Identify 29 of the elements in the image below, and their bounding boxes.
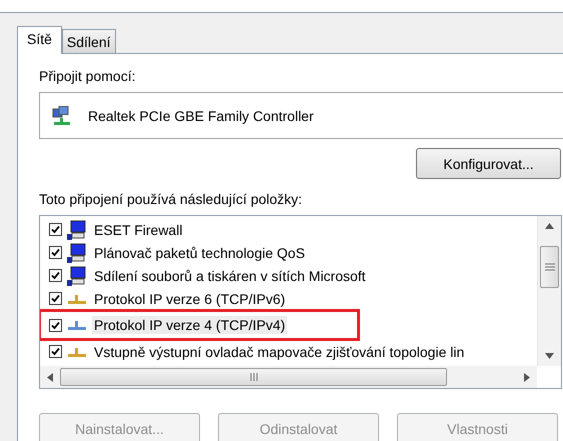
checkbox[interactable] [49,345,62,358]
checkbox[interactable] [49,246,62,259]
scrollbar-thumb[interactable] [60,368,447,386]
scroll-right-icon[interactable] [524,372,530,382]
network-adapter-icon [52,106,72,126]
checkbox[interactable] [49,318,62,332]
checkbox[interactable] [49,292,62,305]
connect-label: Připojit pomocí: [39,68,136,84]
grip-icon [250,373,258,381]
adapter-name: Realtek PCIe GBE Family Controller [88,108,314,124]
scroll-up-icon[interactable] [545,223,554,229]
vertical-scrollbar[interactable] [537,216,561,366]
scrollbar-thumb[interactable] [540,246,559,288]
scroll-down-icon[interactable] [545,353,554,359]
list-item[interactable]: Plánovač paketů technologie QoS [92,244,307,262]
checkbox[interactable] [49,223,62,236]
configure-button[interactable]: Konfigurovat... [416,148,561,179]
checkbox[interactable] [49,269,62,282]
list-item[interactable]: Vstupně výstupní ovladač mapovače zjišťování topologie lin [92,342,466,360]
list-item[interactable]: Sdílení souborů a tiskáren v sítích Microsoft [92,266,368,284]
horizontal-scrollbar[interactable] [40,366,537,388]
items-label: Toto připojení používá následující položky: [39,191,302,207]
scroll-left-icon[interactable] [47,372,53,382]
list-item[interactable]: Protokol IP verze 4 (TCP/IPv4) [92,316,288,334]
tab[interactable]: Sítě [17,26,62,54]
list-item[interactable]: Protokol IP verze 6 (TCP/IPv6) [92,290,288,308]
tab[interactable]: Sdílení [62,29,116,53]
list-item[interactable]: ESET Firewall [92,220,184,238]
grip-icon [544,263,554,271]
